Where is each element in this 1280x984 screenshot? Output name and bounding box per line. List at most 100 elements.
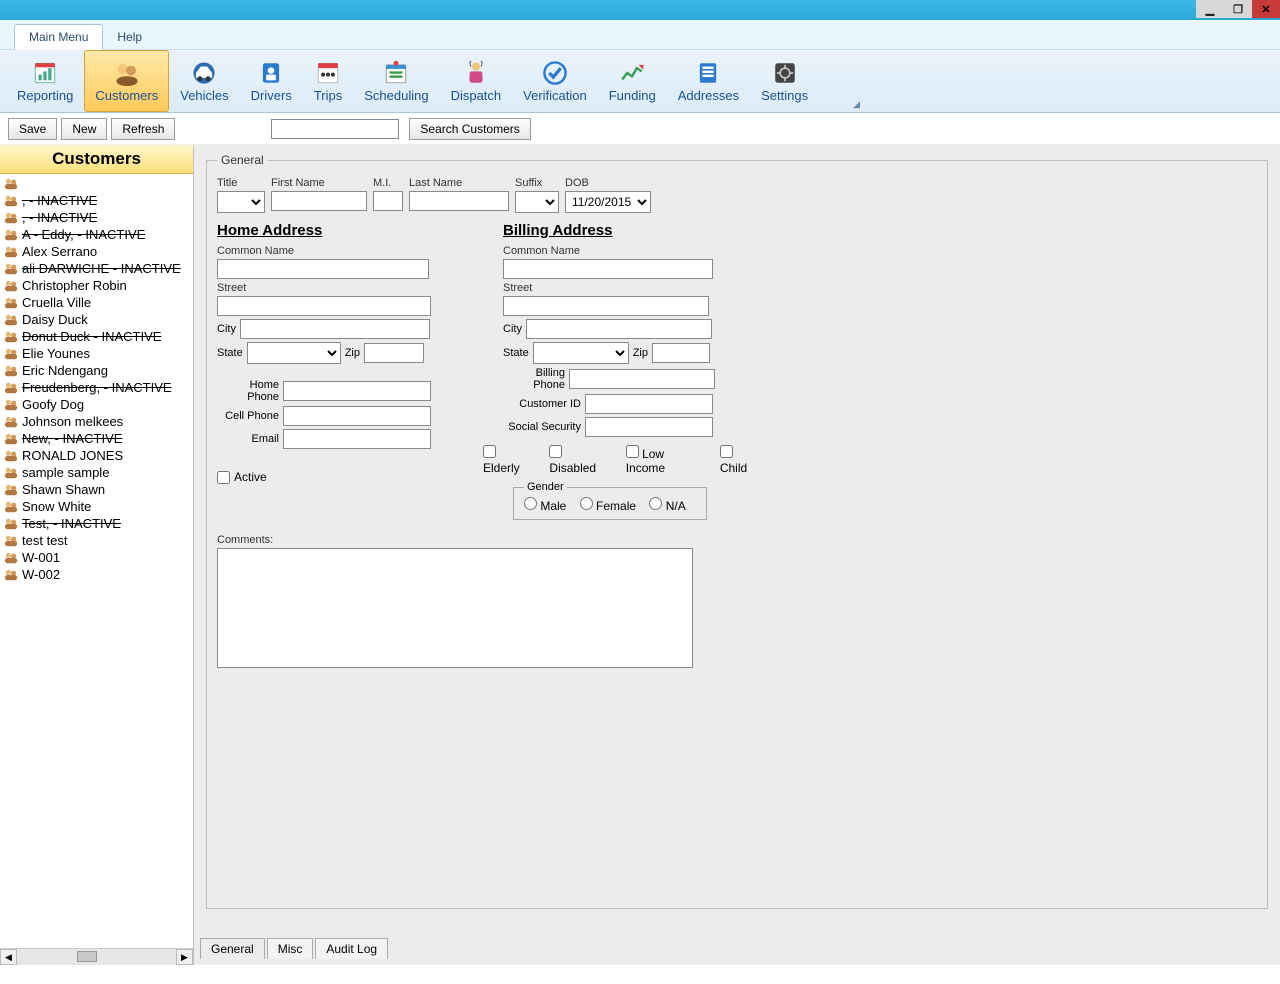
list-item[interactable]: test test [0, 532, 193, 549]
list-item[interactable]: Christopher Robin [0, 277, 193, 294]
list-item[interactable]: Elie Younes [0, 345, 193, 362]
bill-zip-input[interactable] [652, 343, 710, 363]
email-input[interactable] [283, 429, 431, 449]
minimize-button[interactable]: ▁ [1196, 0, 1224, 18]
tab-general[interactable]: General [200, 938, 265, 959]
ribbon-scheduling[interactable]: Scheduling [353, 50, 439, 112]
verification-icon [542, 60, 568, 86]
home-street-input[interactable] [217, 296, 431, 316]
list-item[interactable]: A - Eddy, - INACTIVE [0, 226, 193, 243]
title-label: Title [217, 177, 265, 189]
bill-common-input[interactable] [503, 259, 713, 279]
save-button[interactable]: Save [8, 118, 57, 140]
list-item-label: Donut Duck - INACTIVE [22, 329, 161, 344]
ribbon-settings[interactable]: Settings [750, 50, 819, 112]
scroll-thumb[interactable] [77, 951, 97, 962]
ribbon-dispatch[interactable]: Dispatch [440, 50, 513, 112]
people-icon [4, 500, 18, 514]
home-zip-input[interactable] [364, 343, 424, 363]
child-check[interactable]: Child [720, 445, 763, 475]
customers-icon [114, 60, 140, 86]
bill-city-input[interactable] [526, 319, 712, 339]
cell-phone-label: Cell Phone [217, 410, 279, 422]
list-item[interactable]: Daisy Duck [0, 311, 193, 328]
last-name-input[interactable] [409, 191, 509, 211]
ribbon-vehicles[interactable]: Vehicles [169, 50, 239, 112]
list-item[interactable]: Test, - INACTIVE [0, 515, 193, 532]
ribbon-customers[interactable]: Customers [84, 50, 169, 112]
list-item[interactable]: New, - INACTIVE [0, 430, 193, 447]
people-icon [4, 330, 18, 344]
cust-id-input[interactable] [585, 394, 713, 414]
list-item[interactable]: Cruella Ville [0, 294, 193, 311]
close-button[interactable]: ✕ [1252, 0, 1280, 18]
list-item[interactable]: ali DARWICHE - INACTIVE [0, 260, 193, 277]
search-customers-button[interactable]: Search Customers [409, 118, 530, 140]
gender-na[interactable]: N/A [649, 499, 685, 513]
list-item[interactable]: Freudenberg, - INACTIVE [0, 379, 193, 396]
list-item-label: A - Eddy, - INACTIVE [22, 227, 145, 242]
list-item[interactable]: W-002 [0, 566, 193, 583]
ribbon-trips[interactable]: Trips [303, 50, 353, 112]
list-item[interactable]: Eric Ndengang [0, 362, 193, 379]
mi-input[interactable] [373, 191, 403, 211]
list-item[interactable]: Johnson melkees [0, 413, 193, 430]
home-state-select[interactable] [247, 342, 341, 364]
list-item[interactable]: sample sample [0, 464, 193, 481]
gender-female[interactable]: Female [580, 499, 636, 513]
home-zip-label: Zip [345, 347, 360, 359]
comments-textarea[interactable] [217, 548, 693, 668]
ribbon-reporting[interactable]: Reporting [6, 50, 84, 112]
tab-audit-log[interactable]: Audit Log [315, 938, 388, 959]
refresh-button[interactable]: Refresh [111, 118, 175, 140]
search-input[interactable] [271, 119, 399, 139]
scroll-track[interactable] [17, 949, 176, 965]
ribbon-verification[interactable]: Verification [512, 50, 598, 112]
reporting-icon [32, 60, 58, 86]
list-item[interactable]: Goofy Dog [0, 396, 193, 413]
scroll-right-button[interactable]: ▶ [176, 949, 193, 965]
maximize-button[interactable]: ❐ [1224, 0, 1252, 18]
low-income-check[interactable]: Low Income [626, 445, 706, 475]
menu-main[interactable]: Main Menu [14, 24, 103, 50]
active-checkbox[interactable] [217, 471, 230, 484]
home-phone-input[interactable] [283, 381, 431, 401]
bill-street-input[interactable] [503, 296, 709, 316]
ribbon-funding[interactable]: Funding [598, 50, 667, 112]
tab-misc[interactable]: Misc [267, 938, 314, 959]
list-item[interactable] [0, 174, 193, 192]
cell-phone-input[interactable] [283, 406, 431, 426]
list-item[interactable]: RONALD JONES [0, 447, 193, 464]
ribbon-expand-icon[interactable]: ◢ [853, 99, 860, 110]
ribbon-drivers[interactable]: Drivers [240, 50, 303, 112]
list-item[interactable]: , - INACTIVE [0, 209, 193, 226]
list-item[interactable]: Snow White [0, 498, 193, 515]
list-item[interactable]: Shawn Shawn [0, 481, 193, 498]
first-name-input[interactable] [271, 191, 367, 211]
dob-input[interactable]: 11/20/2015 [565, 191, 651, 213]
bill-state-select[interactable] [533, 342, 629, 364]
home-city-input[interactable] [240, 319, 430, 339]
ribbon-addresses[interactable]: Addresses [667, 50, 750, 112]
ssn-input[interactable] [585, 417, 713, 437]
suffix-select[interactable] [515, 191, 559, 213]
list-item[interactable]: Donut Duck - INACTIVE [0, 328, 193, 345]
elderly-check[interactable]: Elderly [483, 445, 535, 475]
home-common-input[interactable] [217, 259, 429, 279]
list-item[interactable]: , - INACTIVE [0, 192, 193, 209]
people-icon [4, 483, 18, 497]
addresses-icon [695, 60, 721, 86]
gender-male[interactable]: Male [524, 499, 566, 513]
menu-help[interactable]: Help [103, 25, 156, 49]
dispatch-icon [463, 60, 489, 86]
title-select[interactable] [217, 191, 265, 213]
bill-phone-input[interactable] [569, 369, 715, 389]
list-item[interactable]: Alex Serrano [0, 243, 193, 260]
ribbon-label: Trips [314, 88, 342, 103]
list-item-label: , - INACTIVE [22, 210, 97, 225]
new-button[interactable]: New [61, 118, 107, 140]
disabled-check[interactable]: Disabled [549, 445, 611, 475]
list-item-label: Eric Ndengang [22, 363, 108, 378]
list-item[interactable]: W-001 [0, 549, 193, 566]
scroll-left-button[interactable]: ◀ [0, 949, 17, 965]
